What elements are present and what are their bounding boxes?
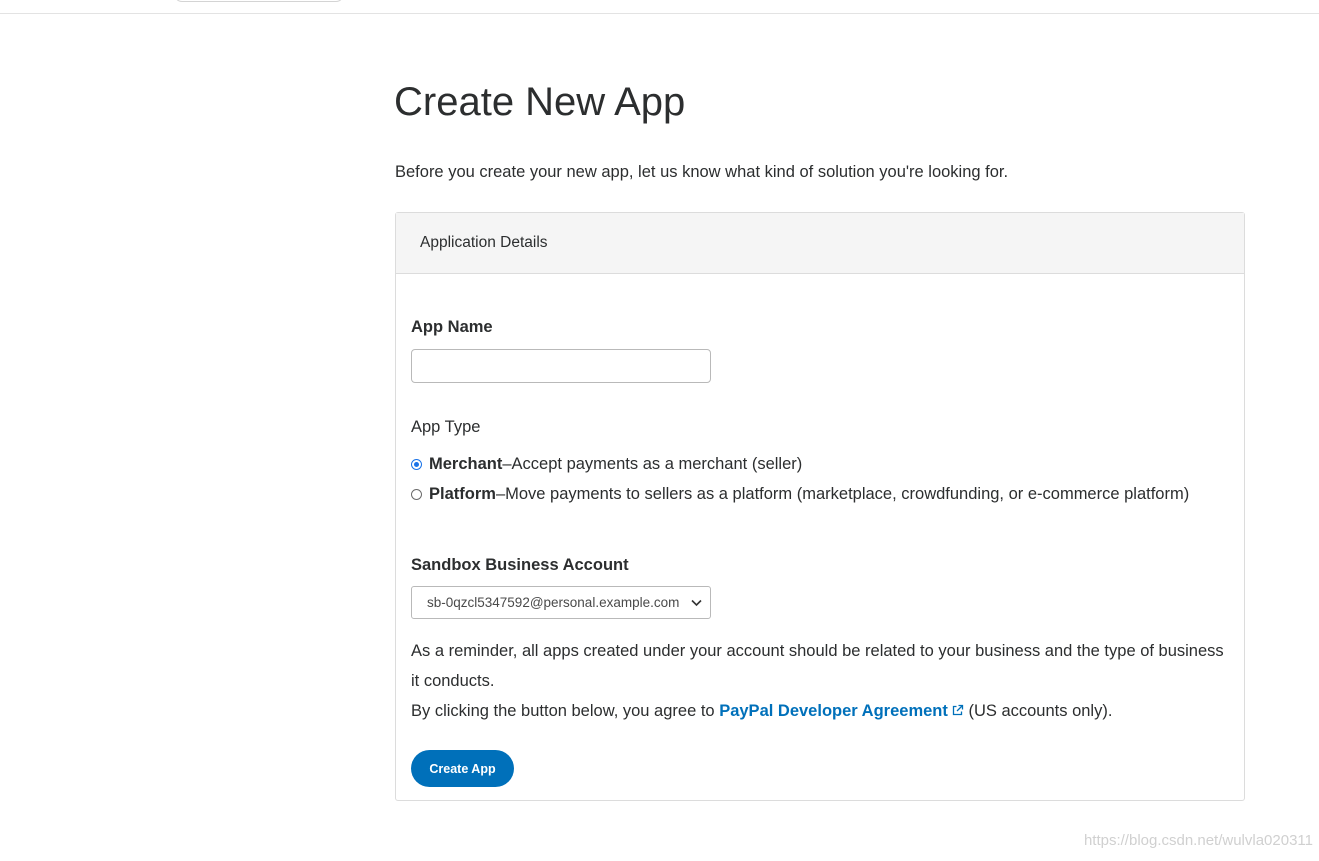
sandbox-account-value: sb-0qzcl5347592@personal.example.com xyxy=(427,595,680,610)
merchant-separator: – xyxy=(502,455,512,473)
page-title: Create New App xyxy=(394,80,686,124)
app-type-option-merchant[interactable]: Merchant – Accept payments as a merchant… xyxy=(411,455,802,474)
watermark: https://blog.csdn.net/wulvla020311 xyxy=(1083,832,1313,849)
reminder-text: As a reminder, all apps created under yo… xyxy=(411,642,1224,690)
sandbox-account-select[interactable]: sb-0qzcl5347592@personal.example.com xyxy=(411,586,711,619)
platform-description: Move payments to sellers as a platform (… xyxy=(505,485,1190,503)
top-bar xyxy=(0,0,1319,14)
platform-name: Platform xyxy=(429,485,496,503)
developer-agreement-link[interactable]: PayPal Developer Agreement xyxy=(719,702,964,720)
merchant-name: Merchant xyxy=(429,455,503,473)
merchant-description: Accept payments as a merchant (seller) xyxy=(511,455,803,473)
create-app-button[interactable]: Create App xyxy=(411,750,514,787)
app-name-input[interactable] xyxy=(411,349,711,383)
agreement-text: By clicking the button below, you agree … xyxy=(411,696,1236,726)
agreement-prefix: By clicking the button below, you agree … xyxy=(411,702,720,720)
chevron-down-icon xyxy=(691,599,702,607)
platform-separator: – xyxy=(495,485,506,503)
application-details-card: Application Details App Name App Type Me… xyxy=(395,212,1245,801)
card-header: Application Details xyxy=(396,213,1244,274)
app-type-label: App Type xyxy=(411,418,481,436)
app-name-label: App Name xyxy=(411,318,493,336)
app-type-option-platform[interactable]: Platform – Move payments to sellers as a… xyxy=(411,485,1189,504)
external-link-icon xyxy=(952,704,964,716)
agreement-suffix: (US accounts only). xyxy=(963,702,1113,720)
merchant-radio[interactable] xyxy=(411,459,422,470)
platform-radio[interactable] xyxy=(411,489,422,500)
page-intro: Before you create your new app, let us k… xyxy=(395,163,1009,181)
developer-agreement-link-label: PayPal Developer Agreement xyxy=(719,702,948,720)
sandbox-account-label: Sandbox Business Account xyxy=(411,556,629,574)
top-search-box[interactable] xyxy=(174,0,344,2)
